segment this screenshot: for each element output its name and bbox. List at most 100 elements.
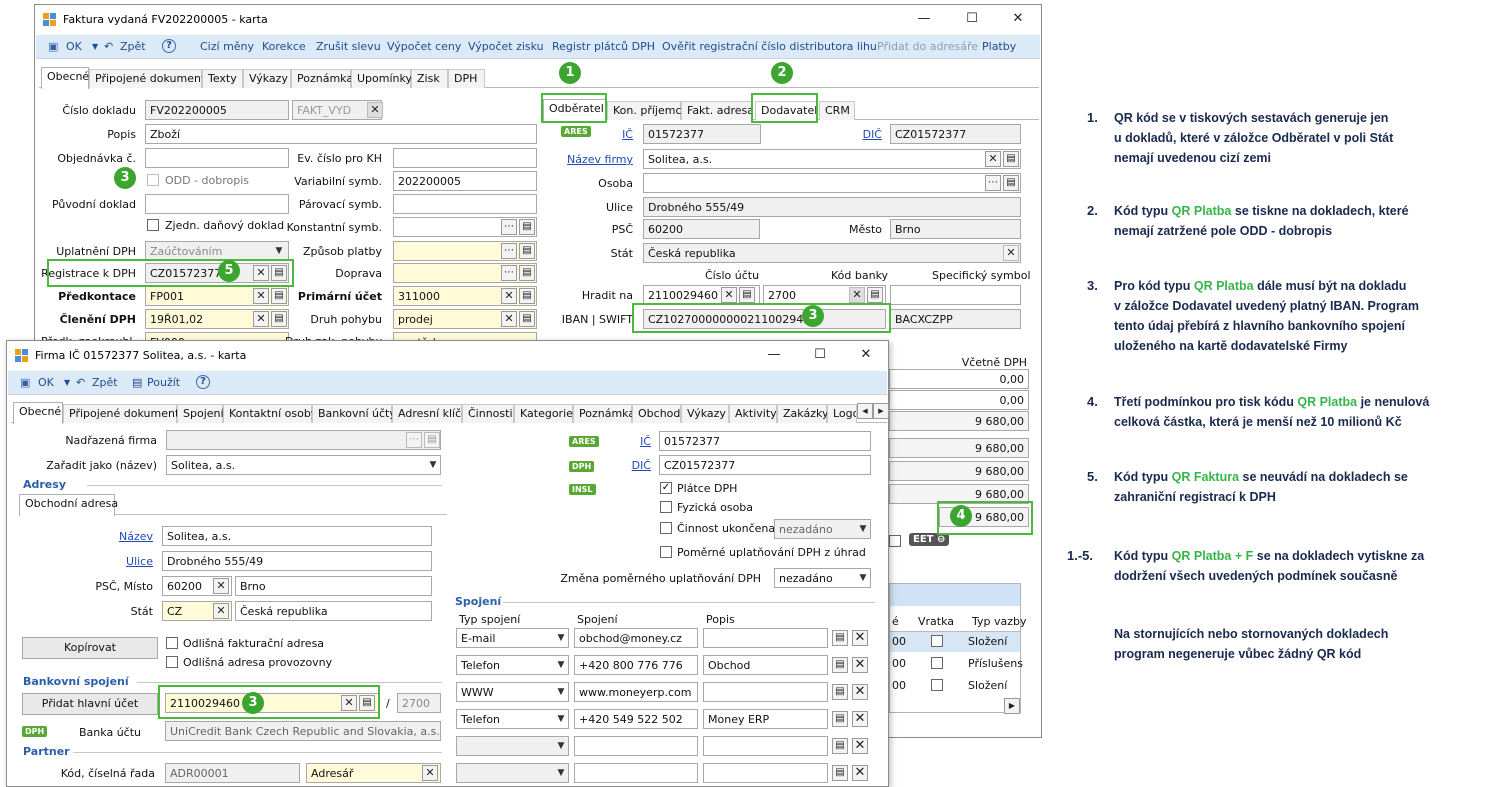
verify-distributor-button[interactable]: Ověřit registrační číslo distributora li… [662,40,877,53]
return-checkbox[interactable] [931,657,943,669]
connection-value-field[interactable]: obchod@money.cz [574,628,698,648]
close-icon[interactable]: ✕ [1009,11,1027,27]
dic-field[interactable]: CZ01572377 [659,455,871,475]
connection-detail-icon[interactable]: ▤ [832,711,848,727]
table-row[interactable]: 00 Složení [890,632,1020,652]
tab-obchodni-adresa[interactable]: Obchodní adresa [19,494,118,516]
pairing-symbol-field[interactable] [393,194,537,214]
different-branch-checkbox[interactable] [166,656,178,668]
person-more-icon[interactable]: ⋯ [985,175,1001,191]
tab-kategorie[interactable]: Kategorie [514,404,573,423]
ok-dropdown-icon[interactable]: ▼ [64,378,70,387]
tab-aktivity[interactable]: Aktivity [729,404,777,423]
payments-button[interactable]: Platby [982,40,1016,53]
tabs-scroll-right-icon[interactable]: ▶ [873,403,889,419]
connection-desc-field[interactable] [703,682,828,702]
connection-value-field[interactable]: +420 549 522 502 [574,709,698,729]
ic-link[interactable]: IČ [595,128,633,141]
name-link[interactable]: Název [7,530,153,543]
back-button[interactable]: Zpět [120,40,146,53]
predkontace-clear-icon[interactable]: ✕ [253,288,269,304]
connection-detail-icon[interactable]: ▤ [832,738,848,754]
street-field[interactable]: Drobného 555/49 [162,551,432,571]
help-icon[interactable]: ? [196,375,210,389]
connection-desc-field[interactable] [703,736,828,756]
bank-code-clear-icon[interactable]: ✕ [849,287,865,303]
original-doc-field[interactable] [145,194,289,214]
minimize-icon[interactable]: — [915,11,933,27]
connection-value-field[interactable]: www.moneyerp.com [574,682,698,702]
minimize-icon[interactable]: — [765,347,783,363]
city-field[interactable]: Brno [235,576,432,596]
zip-clear-icon[interactable]: ✕ [213,578,229,594]
dic-link[interactable]: DIČ [607,459,651,472]
company-name-link[interactable]: Název firmy [555,153,633,166]
scroll-right-icon[interactable]: ▶ [1004,698,1020,714]
movement-type-list-icon[interactable]: ▤ [519,311,535,327]
connection-value-field[interactable]: +420 800 776 776 [574,655,698,675]
apply-icon[interactable]: ▤ [132,376,142,389]
tab-poznamka[interactable]: Poznámka [573,404,635,423]
connection-desc-field[interactable] [703,628,828,648]
connection-desc-field[interactable]: Obchod [703,655,828,675]
save-icon[interactable]: ▣ [20,376,30,389]
primary-account-list-icon[interactable]: ▤ [519,288,535,304]
proportional-vat-checkbox[interactable] [660,546,672,558]
tab-zisk[interactable]: Zisk [411,69,448,88]
name-field[interactable]: Solitea, a.s. [162,526,432,546]
description-field[interactable]: Zboží [145,124,537,144]
tab-bankovni-ucty[interactable]: Bankovní účty [312,404,396,423]
tab-fakt-adresa[interactable]: Fakt. adresa [681,101,754,120]
transport-list-icon[interactable]: ▤ [519,265,535,281]
connection-desc-field[interactable] [703,763,828,783]
connection-delete-icon[interactable]: ✕ [852,684,868,700]
different-billing-checkbox[interactable] [166,637,178,649]
connection-detail-icon[interactable]: ▤ [832,765,848,781]
country-name-field[interactable]: Česká republika [235,601,432,621]
tab-vykazy[interactable]: Výkazy [243,69,291,88]
tab-spojeni[interactable]: Spojení [177,404,224,423]
tab-cinnosti[interactable]: Činnosti [462,404,514,423]
tab-crm[interactable]: CRM [819,101,855,120]
connection-delete-icon[interactable]: ✕ [852,711,868,727]
table-row[interactable]: 00 Složení [890,676,1020,696]
constant-symbol-more-icon[interactable]: ⋯ [501,219,517,235]
simplified-tax-doc-checkbox[interactable] [147,219,159,231]
connection-value-field[interactable] [574,763,698,783]
ic-link[interactable]: IČ [607,435,651,448]
activity-ended-checkbox[interactable] [660,522,672,534]
dic-link[interactable]: DIČ [825,128,882,141]
series-clear-icon[interactable]: ✕ [422,765,438,781]
tab-dph[interactable]: DPH [448,69,485,88]
tab-pripojene-dokumenty[interactable]: Připojené dokumenty [63,404,186,423]
parent-firm-list-icon[interactable]: ▤ [424,432,440,448]
variable-symbol-field[interactable]: 202200005 [393,171,537,191]
person-list-icon[interactable]: ▤ [1003,175,1019,191]
maximize-icon[interactable]: ☐ [963,11,981,27]
apply-button[interactable]: Použít [147,376,180,389]
add-main-account-button[interactable]: Přidat hlavní účet [22,693,158,715]
tab-zakazky[interactable]: Zakázky [777,404,828,423]
tab-texty[interactable]: Texty [202,69,243,88]
undo-icon[interactable]: ↶ [76,376,85,389]
tab-pripojene-dokumenty[interactable]: Připojené dokumenty [89,69,212,88]
foreign-currency-button[interactable]: Cizí měny [200,40,254,53]
connection-delete-icon[interactable]: ✕ [852,630,868,646]
connection-detail-icon[interactable]: ▤ [832,657,848,673]
tab-kontaktni-osoby[interactable]: Kontaktní osoby [223,404,317,423]
parent-firm-more-icon[interactable]: ⋯ [406,432,422,448]
transport-more-icon[interactable]: ⋯ [501,265,517,281]
classify-as-select[interactable]: Solitea, a.s. [166,455,441,475]
ok-dropdown-icon[interactable]: ▼ [92,42,98,51]
tab-obecne[interactable]: Obecné [41,67,89,89]
cancel-discount-button[interactable]: Zrušit slevu [316,40,381,53]
profit-calc-button[interactable]: Výpočet zisku [468,40,544,53]
correction-button[interactable]: Korekce [262,40,306,53]
odd-credit-note-checkbox[interactable] [147,174,159,186]
price-calc-button[interactable]: Výpočet ceny [387,40,461,53]
payment-method-more-icon[interactable]: ⋯ [501,243,517,259]
tab-logo[interactable]: Logo [827,404,857,423]
specific-symbol-field[interactable] [890,285,1021,305]
undo-icon[interactable]: ↶ [104,40,113,53]
pay-to-list-icon[interactable]: ▤ [739,287,755,303]
